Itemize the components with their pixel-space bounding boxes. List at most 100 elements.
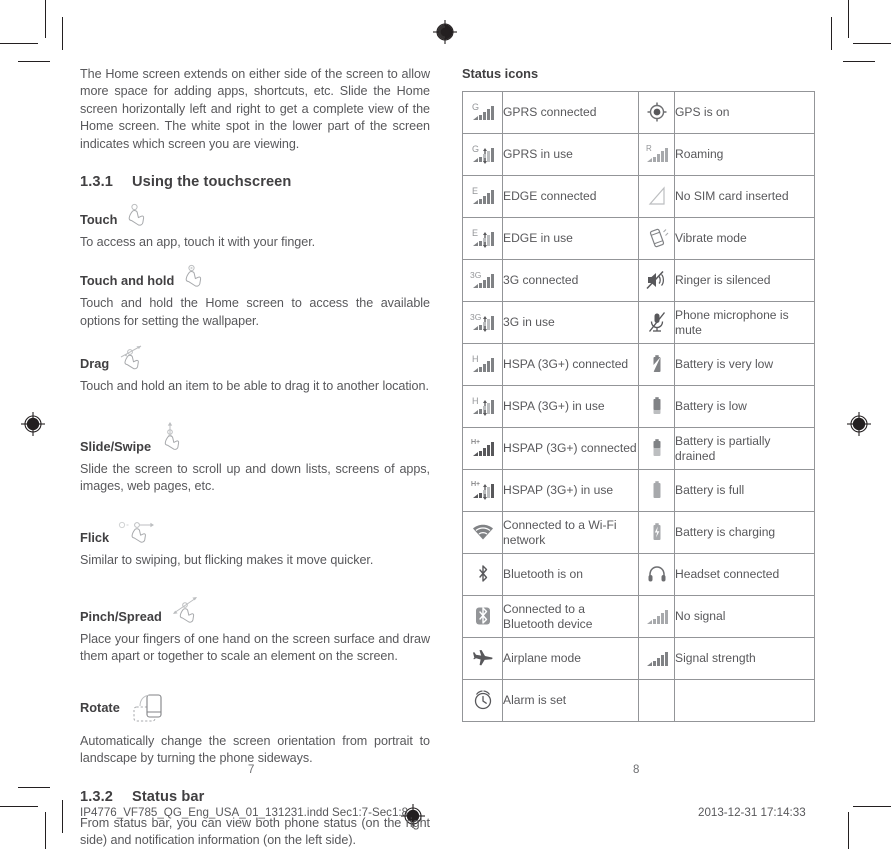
status-label: GPS is on	[674, 91, 815, 134]
status-label: Ringer is silenced	[674, 259, 815, 302]
signal-gprs-in-use-icon: G	[462, 133, 503, 176]
intro-paragraph: The Home screen extends on either side o…	[80, 67, 430, 151]
battery-very-low-icon	[638, 343, 675, 386]
left-page-content: The Home screen extends on either side o…	[80, 66, 430, 849]
battery-full-icon	[638, 469, 675, 512]
status-label: No SIM card inserted	[674, 175, 815, 218]
table-row: 3G 3G connected Ringer is silenced	[462, 259, 815, 302]
svg-text:H: H	[472, 396, 479, 406]
signal-edge-in-use-icon: E	[462, 217, 503, 260]
table-row: Alarm is set	[462, 679, 815, 722]
table-row: H HSPA (3G+) connected Battery is very l…	[462, 343, 815, 386]
status-label: GPRS in use	[502, 133, 639, 176]
status-label: Roaming	[674, 133, 815, 176]
vibrate-mode-icon	[638, 217, 675, 260]
print-page: The Home screen extends on either side o…	[0, 0, 891, 849]
battery-partial-icon	[638, 427, 675, 470]
svg-text:H+: H+	[471, 439, 480, 446]
table-row: Airplane mode Signal strength	[462, 637, 815, 680]
hand-pinch-spread-icon	[170, 594, 208, 624]
gesture-text-touch: To access an app, touch it with your fin…	[80, 235, 316, 250]
section-title: Status bar	[132, 788, 205, 805]
svg-text:3G: 3G	[470, 270, 481, 280]
page-number-right: 8	[633, 764, 640, 776]
status-label: 3G connected	[502, 259, 639, 302]
page-number-left: 7	[248, 764, 255, 776]
battery-low-icon	[638, 385, 675, 428]
hand-drag-icon	[117, 343, 151, 371]
table-row: 3G 3G in use Phone microphone is mute	[462, 301, 815, 344]
status-label: Alarm is set	[502, 679, 639, 722]
status-bar-paragraph: From status bar, you can view both phone…	[80, 815, 430, 847]
table-row: E EDGE connected No SIM card inserted	[462, 175, 815, 218]
wifi-connected-icon	[462, 511, 503, 554]
gesture-heading-slide-swipe: Slide/Swipe	[80, 420, 430, 454]
empty-label-cell	[674, 679, 815, 722]
signal-3g-in-use-icon: 3G	[462, 301, 503, 344]
roaming-icon: R	[638, 133, 675, 176]
table-row: H+ HSPAP (3G+) connected Battery is part…	[462, 427, 815, 470]
gesture-name: Drag	[80, 356, 110, 372]
gesture-heading-touch-and-hold: Touch and hold	[80, 264, 430, 288]
battery-charging-icon	[638, 511, 675, 554]
status-label: Bluetooth is on	[502, 553, 639, 596]
status-label: HSPA (3G+) in use	[502, 385, 639, 428]
microphone-mute-icon	[638, 301, 675, 344]
status-label: Phone microphone is mute	[674, 301, 815, 344]
device-rotate-icon	[128, 690, 168, 726]
gesture-name: Rotate	[80, 700, 120, 716]
gesture-name: Pinch/Spread	[80, 608, 162, 624]
gesture-name: Slide/Swipe	[80, 438, 152, 454]
bluetooth-on-icon	[462, 553, 503, 596]
status-icons-title: Status icons	[462, 66, 539, 81]
table-row: H+ HSPAP (3G+) in use Battery is full	[462, 469, 815, 512]
no-signal-icon	[638, 595, 675, 638]
gesture-heading-pinch-spread: Pinch/Spread	[80, 594, 430, 624]
registration-mark-right	[846, 411, 872, 437]
footer-file-info: IP4776_VF785_QG_Eng_USA_01_131231.indd S…	[80, 806, 409, 819]
airplane-mode-icon	[462, 637, 503, 680]
status-label: EDGE connected	[502, 175, 639, 218]
gps-on-icon	[638, 91, 675, 134]
svg-text:H+: H+	[471, 481, 480, 488]
gesture-text-touch-and-hold: Touch and hold the Home screen to access…	[80, 296, 430, 328]
section-number: 1.3.1	[80, 174, 113, 191]
gesture-text-pinch-spread: Place your fingers of one hand on the sc…	[80, 631, 430, 664]
hand-touch-hold-icon	[182, 264, 208, 288]
registration-mark-left	[20, 411, 46, 437]
section-number: 1.3.2	[80, 788, 113, 805]
gesture-heading-touch: Touch	[80, 203, 430, 227]
hand-slide-swipe-icon	[159, 420, 187, 454]
footer-timestamp: 2013-12-31 17:14:33	[698, 806, 806, 819]
signal-edge-connected-icon: E	[462, 175, 503, 218]
table-row: Bluetooth is on Headset connected	[462, 553, 815, 596]
table-row: H HSPA (3G+) in use Battery is low	[462, 385, 815, 428]
status-label: HSPAP (3G+) connected	[502, 427, 639, 470]
gesture-name: Flick	[80, 530, 110, 546]
table-row: E EDGE in use Vibrate mode	[462, 217, 815, 260]
status-label: Airplane mode	[502, 637, 639, 680]
ringer-silenced-icon	[638, 259, 675, 302]
status-label: Headset connected	[674, 553, 815, 596]
status-label: HSPA (3G+) connected	[502, 343, 639, 386]
status-label: GPRS connected	[502, 91, 639, 134]
status-label: EDGE in use	[502, 217, 639, 260]
signal-hspa-connected-icon: H	[462, 343, 503, 386]
status-label: Vibrate mode	[674, 217, 815, 260]
section-title: Using the touchscreen	[132, 174, 292, 191]
status-label: Signal strength	[674, 637, 815, 680]
hand-flick-icon	[117, 519, 167, 545]
status-label: Battery is charging	[674, 511, 815, 554]
signal-strength-icon	[638, 637, 675, 680]
signal-hspa-in-use-icon: H	[462, 385, 503, 428]
svg-text:G: G	[472, 144, 479, 154]
alarm-set-icon	[462, 679, 503, 722]
signal-gprs-connected-icon: G	[462, 91, 503, 134]
signal-hspap-connected-icon: H+	[462, 427, 503, 470]
status-label: Battery is very low	[674, 343, 815, 386]
svg-text:E: E	[472, 228, 478, 238]
table-row: Connected to a Bluetooth device No signa…	[462, 595, 815, 638]
svg-text:G: G	[472, 102, 479, 112]
status-label: HSPAP (3G+) in use	[502, 469, 639, 512]
gesture-heading-drag: Drag	[80, 343, 430, 371]
